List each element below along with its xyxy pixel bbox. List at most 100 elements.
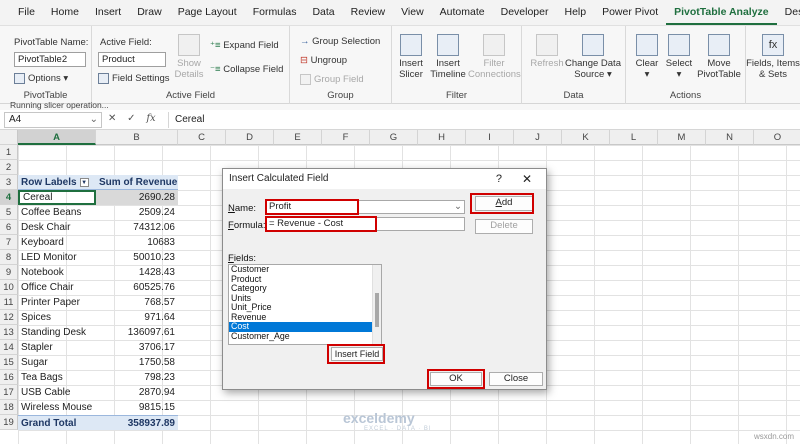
- menu-tab-design[interactable]: Design: [777, 3, 800, 25]
- expand-field-button[interactable]: ⁺≡ Expand Field: [210, 40, 279, 51]
- menu-tab-pivottable-analyze[interactable]: PivotTable Analyze: [666, 3, 777, 25]
- pivot-row-label[interactable]: Keyboard: [18, 235, 96, 250]
- clear-button[interactable]: Clear ▾: [630, 34, 664, 80]
- menu-tab-automate[interactable]: Automate: [432, 3, 493, 25]
- pivot-row-value[interactable]: 60525.76: [96, 280, 178, 295]
- pivot-row-label[interactable]: Stapler: [18, 340, 96, 355]
- column-header-n[interactable]: N: [706, 130, 754, 145]
- pivot-row-label[interactable]: Coffee Beans: [18, 205, 96, 220]
- menu-tab-data[interactable]: Data: [304, 3, 342, 25]
- pivot-row-label[interactable]: Sugar: [18, 355, 96, 370]
- pivot-row-value[interactable]: 74312.06: [96, 220, 178, 235]
- filter-connections-button[interactable]: Filter Connections: [468, 34, 521, 80]
- column-header-o[interactable]: O: [754, 130, 800, 145]
- column-header-h[interactable]: H: [418, 130, 466, 145]
- row-header-11[interactable]: 11: [0, 295, 18, 310]
- pivot-row-label[interactable]: Office Chair: [18, 280, 96, 295]
- scroll-thumb[interactable]: [375, 293, 379, 327]
- pivot-row-label[interactable]: Desk Chair: [18, 220, 96, 235]
- pivot-row-value[interactable]: 1750.58: [96, 355, 178, 370]
- pivot-row-value[interactable]: 2509.24: [96, 205, 178, 220]
- menu-tab-review[interactable]: Review: [343, 3, 393, 25]
- row-header-16[interactable]: 16: [0, 370, 18, 385]
- row-header-6[interactable]: 6: [0, 220, 18, 235]
- row-header-19[interactable]: 19: [0, 415, 18, 430]
- menu-tab-power-pivot[interactable]: Power Pivot: [594, 3, 666, 25]
- select-all-corner[interactable]: [0, 130, 18, 145]
- pivot-row-label[interactable]: Spices: [18, 310, 96, 325]
- pivot-row-value[interactable]: 1428.43: [96, 265, 178, 280]
- row-header-10[interactable]: 10: [0, 280, 18, 295]
- active-field-input[interactable]: Product: [98, 52, 166, 67]
- collapse-field-button[interactable]: ⁻≡ Collapse Field: [210, 64, 283, 75]
- row-header-5[interactable]: 5: [0, 205, 18, 220]
- pivot-row-value[interactable]: 3706.17: [96, 340, 178, 355]
- menu-tab-view[interactable]: View: [393, 3, 432, 25]
- row-header-2[interactable]: 2: [0, 160, 18, 175]
- grand-total-label[interactable]: Grand Total: [18, 415, 96, 430]
- row-header-1[interactable]: 1: [0, 145, 18, 160]
- column-header-f[interactable]: F: [322, 130, 370, 145]
- column-header-j[interactable]: J: [514, 130, 562, 145]
- menu-tab-insert[interactable]: Insert: [87, 3, 129, 25]
- column-header-e[interactable]: E: [274, 130, 322, 145]
- column-header-i[interactable]: I: [466, 130, 514, 145]
- pivot-sum-header[interactable]: Sum of Revenue: [96, 175, 178, 190]
- row-header-15[interactable]: 15: [0, 355, 18, 370]
- pivot-row-label[interactable]: LED Monitor: [18, 250, 96, 265]
- cancel-icon[interactable]: ✕: [108, 113, 116, 124]
- pivot-row-value[interactable]: 798.23: [96, 370, 178, 385]
- select-button[interactable]: Select ▾: [662, 34, 696, 80]
- pivot-row-label[interactable]: Wireless Mouse: [18, 400, 96, 415]
- row-header-4[interactable]: 4: [0, 190, 18, 205]
- options-button[interactable]: Options ▾: [14, 73, 68, 84]
- pivot-row-value[interactable]: 9815.15: [96, 400, 178, 415]
- column-header-a[interactable]: A: [18, 130, 96, 145]
- close-button[interactable]: Close: [489, 372, 543, 386]
- grand-total-value[interactable]: 358937.89: [96, 415, 178, 430]
- row-header-3[interactable]: 3: [0, 175, 18, 190]
- pivot-row-label[interactable]: USB Cable: [18, 385, 96, 400]
- column-header-l[interactable]: L: [610, 130, 658, 145]
- column-header-m[interactable]: M: [658, 130, 706, 145]
- row-header-8[interactable]: 8: [0, 250, 18, 265]
- pivot-row-value[interactable]: 768.57: [96, 295, 178, 310]
- name-dropdown-icon[interactable]: ⌄: [454, 201, 462, 213]
- menu-tab-file[interactable]: File: [10, 3, 43, 25]
- menu-tab-page-layout[interactable]: Page Layout: [170, 3, 245, 25]
- column-header-k[interactable]: K: [562, 130, 610, 145]
- pivot-row-value[interactable]: 10683: [96, 235, 178, 250]
- column-header-d[interactable]: D: [226, 130, 274, 145]
- fields-listbox[interactable]: Customer Product Category Units Unit_Price Re…: [228, 264, 382, 345]
- fields-items-sets-button[interactable]: fx Fields, Items & Sets: [746, 34, 800, 80]
- enter-icon[interactable]: ✓: [127, 113, 135, 124]
- pivot-row-label[interactable]: Printer Paper: [18, 295, 96, 310]
- group-field-button[interactable]: Group Field: [300, 74, 364, 85]
- row-header-12[interactable]: 12: [0, 310, 18, 325]
- pivot-row-label[interactable]: Tea Bags: [18, 370, 96, 385]
- move-pivottable-button[interactable]: Move PivotTable: [694, 34, 744, 80]
- menu-tab-draw[interactable]: Draw: [129, 3, 170, 25]
- pivot-row-label[interactable]: Cereal: [18, 190, 96, 205]
- pivot-row-value[interactable]: 136097.61: [96, 325, 178, 340]
- insert-timeline-button[interactable]: Insert Timeline: [428, 34, 468, 80]
- menu-tab-help[interactable]: Help: [556, 3, 594, 25]
- pivot-row-value[interactable]: 50010.23: [96, 250, 178, 265]
- row-header-18[interactable]: 18: [0, 400, 18, 415]
- pivottable-name-input[interactable]: PivotTable2: [14, 52, 86, 67]
- row-header-14[interactable]: 14: [0, 340, 18, 355]
- formula-input[interactable]: Cereal: [168, 112, 796, 128]
- row-header-17[interactable]: 17: [0, 385, 18, 400]
- ungroup-button[interactable]: ⊟ Ungroup: [300, 55, 347, 66]
- menu-tab-formulas[interactable]: Formulas: [245, 3, 305, 25]
- row-header-13[interactable]: 13: [0, 325, 18, 340]
- pivot-row-value[interactable]: 2690.28: [96, 190, 178, 205]
- pivot-row-label[interactable]: Notebook: [18, 265, 96, 280]
- pivot-row-label[interactable]: Standing Desk: [18, 325, 96, 340]
- field-item-revenue[interactable]: Revenue: [229, 312, 381, 323]
- show-details-button[interactable]: Show Details: [174, 34, 204, 80]
- field-item-category[interactable]: Category: [229, 283, 381, 294]
- delete-button[interactable]: Delete: [475, 219, 533, 234]
- pivot-row-labels-header[interactable]: Row Labels ▼: [18, 175, 96, 190]
- group-selection-button[interactable]: → Group Selection: [300, 36, 380, 47]
